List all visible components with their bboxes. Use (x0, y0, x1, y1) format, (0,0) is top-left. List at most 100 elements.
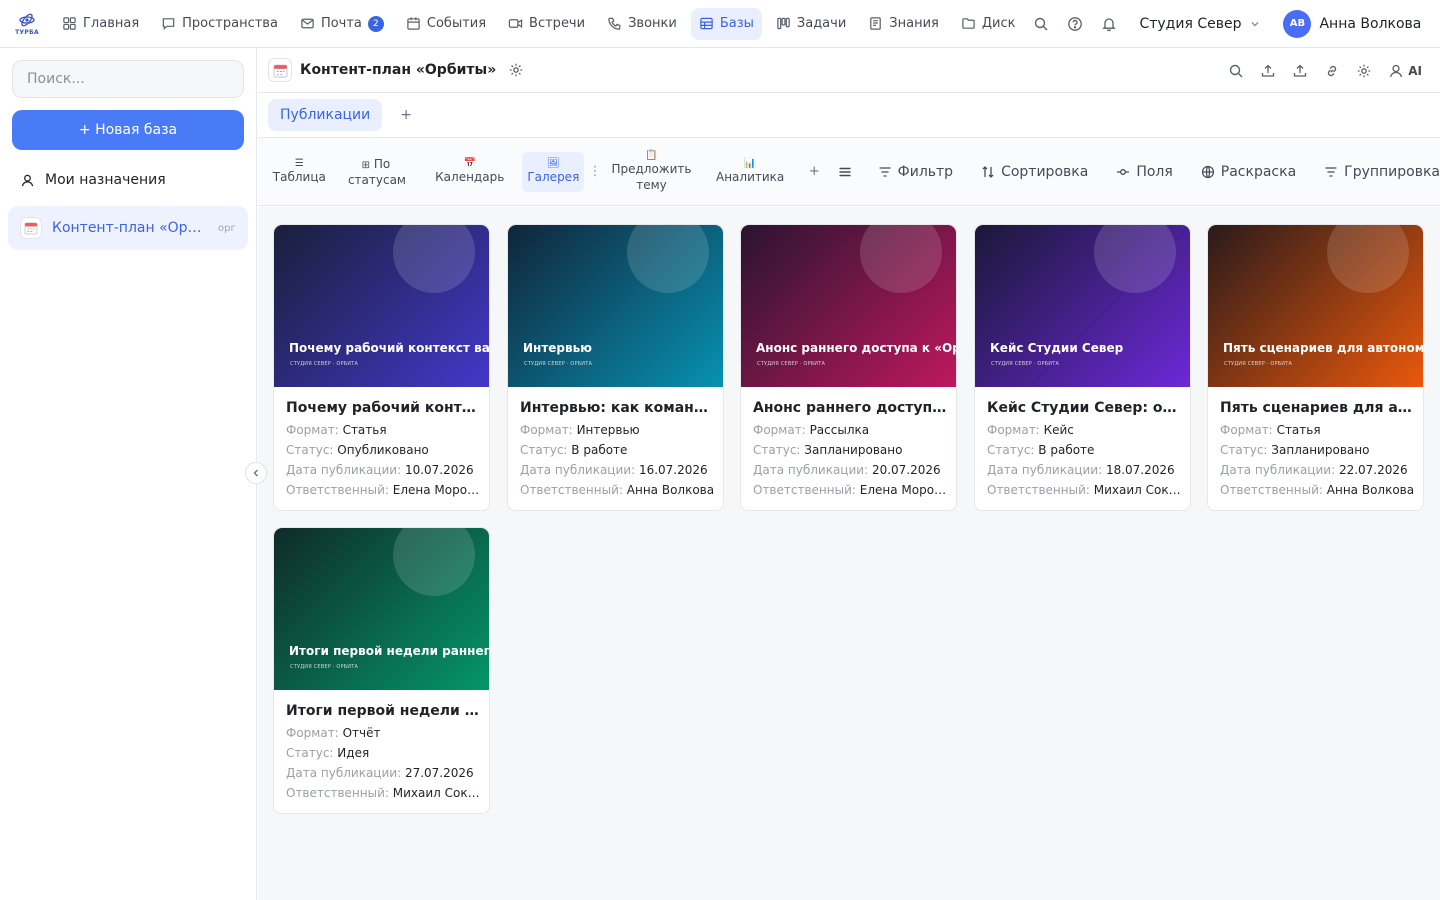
view-table[interactable]: ☰ Таблица (270, 152, 329, 192)
card-field-date: Дата публикации: 16.07.2026 (520, 463, 716, 477)
card-field-date: Дата публикации: 27.07.2026 (286, 766, 482, 780)
sidebar-collapse-button[interactable] (245, 462, 267, 484)
workspace-switcher[interactable]: Студия Север (1139, 16, 1261, 32)
nav-item-mail[interactable]: Почта 2 (292, 8, 392, 40)
search-icon[interactable] (1033, 16, 1049, 32)
view-gallery[interactable]: 🖼 Галерея (522, 151, 585, 192)
link-icon[interactable] (1324, 63, 1340, 79)
app-logo[interactable]: ТУРБА (0, 0, 54, 48)
database-scope-tag: орг (218, 222, 236, 234)
view-label: По статусам (347, 156, 406, 187)
calendar-icon: 📅 (463, 158, 476, 169)
nav-item-home[interactable]: Главная (54, 8, 147, 40)
card-field-owner: Ответственный: Елена Морозова (286, 483, 482, 497)
field-value: Кейс (1043, 423, 1074, 437)
group-button[interactable]: Группировка (1324, 164, 1440, 180)
search-icon[interactable] (1228, 63, 1244, 79)
view-label-wrap: ⊞ По статусам (347, 156, 406, 188)
field-value: В работе (1038, 443, 1095, 457)
card-cover: Почему рабочий контекст важнее СТУДИЯ СЕВ… (274, 225, 489, 387)
field-label: Статус: (753, 443, 801, 457)
field-label: Ответственный: (987, 483, 1090, 497)
clipboard-icon: 📋 (645, 150, 658, 161)
nav-item-label: Базы (719, 16, 754, 31)
field-label: Ответственный: (753, 483, 856, 497)
card-field-owner: Ответственный: Михаил Соколов (987, 483, 1183, 497)
nav-item-databases[interactable]: Базы (690, 7, 762, 40)
sidebar-item-my-assignments[interactable]: Мои назначения (20, 172, 166, 188)
view-more-button[interactable]: ⋮ (588, 164, 601, 179)
add-view-button[interactable]: + (809, 164, 820, 179)
fields-button[interactable]: Поля (1116, 164, 1173, 180)
sidebar-item-database[interactable]: Контент-план «Орбиты» орг (8, 206, 248, 250)
sidebar: + Новая база Мои назначения Контент-план… (0, 48, 257, 900)
nav-item-label: Звонки (628, 16, 677, 31)
cover-subtitle: СТУДИЯ СЕВЕР · ОРБИТА (757, 361, 826, 367)
view-calendar[interactable]: 📅 Календарь (431, 152, 508, 192)
gallery-card[interactable]: Интервью СТУДИЯ СЕВЕР · ОРБИТА Интервью: к… (507, 224, 724, 511)
nav-item-meetings[interactable]: Встречи (500, 8, 593, 40)
top-navigation: ТУРБА Главная Пространства Почта 2 Событ… (0, 0, 1440, 48)
calendar-icon (407, 17, 420, 30)
database-settings-button[interactable] (508, 62, 524, 78)
gallery-card[interactable]: Почему рабочий контекст важнее СТУДИЯ СЕВ… (273, 224, 490, 511)
gallery-card[interactable]: Анонс раннего доступа к «Орбите» СТУДИЯ С… (740, 224, 957, 511)
folder-icon (962, 18, 975, 29)
bell-icon[interactable] (1101, 16, 1117, 32)
new-database-button[interactable]: + Новая база (12, 110, 244, 150)
coloring-button[interactable]: Раскраска (1201, 164, 1296, 180)
user-menu[interactable]: АВ Анна Волкова (1283, 9, 1421, 38)
nav-item-knowledge[interactable]: Знания (860, 8, 947, 40)
export-icon[interactable] (1260, 63, 1276, 79)
view-label: Календарь (435, 170, 505, 184)
gallery-card[interactable]: Итоги первой недели раннего доступа СТУДИ… (273, 527, 490, 814)
nav-item-label: События (426, 16, 487, 31)
views-toolbar: ☰ Таблица ⊞ По статусам 📅 Календарь 🖼 Га… (258, 138, 1440, 206)
nav-item-spaces[interactable]: Пространства (153, 8, 286, 40)
field-value: Михаил Соколов (1093, 483, 1183, 497)
card-field-status: Статус: В работе (520, 443, 716, 457)
globe-icon (1201, 165, 1214, 178)
nav-item-tasks[interactable]: Задачи (768, 8, 854, 40)
chat-icon (162, 18, 175, 30)
cover-decoration (627, 225, 709, 293)
video-icon (508, 19, 523, 28)
view-by-status[interactable]: ⊞ По статусам (347, 152, 406, 192)
calendar-icon (268, 58, 292, 82)
sort-button[interactable]: Сортировка (981, 164, 1088, 180)
list-icon: ☰ (294, 158, 304, 169)
field-label: Статус: (987, 443, 1035, 457)
ai-assistant-button[interactable]: AI (1388, 63, 1422, 79)
cover-title: Почему рабочий контекст важнее (289, 341, 489, 355)
search-input[interactable] (12, 60, 244, 98)
field-label: Ответственный: (1220, 483, 1323, 497)
field-value: Рассылка (809, 423, 870, 437)
view-analytics[interactable]: 📊 Аналитика (713, 152, 786, 192)
tab-publications[interactable]: Публикации (268, 99, 383, 131)
view-suggest-topic[interactable]: 📋 Предложить тему (611, 148, 691, 196)
nav-item-disk[interactable]: Диск (953, 8, 1024, 40)
field-label: Дата публикации: (753, 463, 869, 477)
add-tab-button[interactable]: + (400, 107, 412, 123)
database-header: Контент-план «Орбиты» AI (258, 48, 1440, 93)
card-field-owner: Ответственный: Анна Волкова (520, 483, 716, 497)
nav-item-label: Главная (83, 16, 140, 31)
upload-icon[interactable] (1292, 63, 1308, 79)
card-title: Итоги первой недели раннего доступа (286, 703, 480, 719)
tool-label: Раскраска (1220, 163, 1297, 180)
board-icon: ⊞ (361, 159, 371, 171)
help-icon[interactable] (1067, 16, 1083, 32)
gallery-card[interactable]: Кейс Студии Север СТУДИЯ СЕВЕР · ОРБИТА Ке… (974, 224, 1191, 511)
card-field-status: Статус: Идея (286, 746, 482, 760)
views-menu-button[interactable] (838, 165, 852, 179)
nav-item-events[interactable]: События (398, 8, 494, 40)
gear-icon[interactable] (1356, 63, 1372, 79)
view-label: Таблица (272, 170, 326, 184)
card-field-format: Формат: Статья (286, 423, 482, 437)
nav-item-calls[interactable]: Звонки (599, 8, 685, 40)
filter-button[interactable]: Фильтр (878, 164, 953, 180)
field-value: Интервью (576, 423, 640, 437)
field-value: Анна Волкова (1326, 483, 1415, 497)
gallery-card[interactable]: Пять сценариев для автономной СТУДИЯ СЕВЕ… (1207, 224, 1424, 511)
logo-icon (19, 13, 35, 26)
